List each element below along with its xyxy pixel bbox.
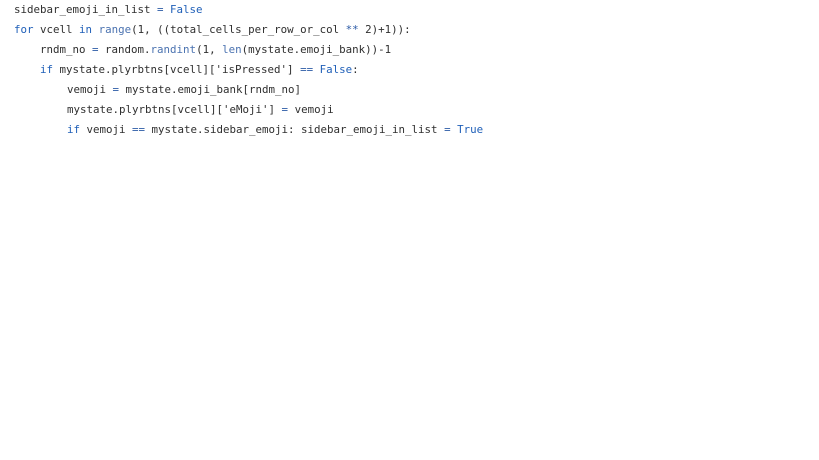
code-token: sidebar_emoji_in_list <box>14 3 158 16</box>
code-token: randint <box>150 43 197 56</box>
code-token: 'isPressed' <box>215 63 288 76</box>
code-token: True <box>457 123 484 136</box>
code-token: False <box>170 3 203 16</box>
code-token: vcell <box>33 23 80 36</box>
code-token: vemoji <box>67 83 113 96</box>
code-token: mystate.plyrbtns[vcell][ <box>53 63 216 76</box>
code-token: == <box>132 123 146 136</box>
code-line: if mystate.plyrbtns[vcell]['isPressed'] … <box>14 60 483 80</box>
code-token: : <box>352 63 359 76</box>
code-token: mystate.sidebar_emoji: sidebar_emoji_in_… <box>145 123 445 136</box>
code-token: ** <box>345 23 359 36</box>
code-line: rndm_no = random.randint(1, len(mystate.… <box>14 40 483 60</box>
code-token: == <box>300 63 314 76</box>
code-token: 'eMoji' <box>223 103 269 116</box>
code-token: (mystate.emoji_bank))-1 <box>241 43 392 56</box>
code-token: mystate.plyrbtns[vcell][ <box>67 103 224 116</box>
code-token: (1, <box>196 43 223 56</box>
code-token: in <box>79 23 93 36</box>
code-line: for vcell in range(1, ((total_cells_per_… <box>14 20 483 40</box>
code-block: sidebar_emoji_in_list = False for vcell i… <box>14 0 483 140</box>
code-token: rndm_no <box>40 43 93 56</box>
code-line: sidebar_emoji_in_list = False <box>14 0 483 20</box>
code-token: len <box>222 43 242 56</box>
code-token: vemoji <box>80 123 133 136</box>
code-token: False <box>319 63 353 76</box>
code-token: range <box>98 23 132 36</box>
code-token: if <box>40 63 54 76</box>
code-token: if <box>67 123 81 136</box>
code-token: random. <box>98 43 151 56</box>
code-token: ] <box>268 103 282 116</box>
code-token: (1, ((total_cells_per_row_or_col <box>131 23 346 36</box>
code-token: mystate.emoji_bank[rndm_no] <box>119 83 302 96</box>
code-token: vemoji <box>288 103 334 116</box>
code-line: mystate.plyrbtns[vcell]['eMoji'] = vemoj… <box>14 100 483 120</box>
code-line: if vemoji == mystate.sidebar_emoji: side… <box>14 120 483 140</box>
code-token: for <box>14 23 34 36</box>
code-line: vemoji = mystate.emoji_bank[rndm_no] <box>14 80 483 100</box>
code-token: ] <box>287 63 301 76</box>
code-token: 2)+1)): <box>358 23 411 36</box>
